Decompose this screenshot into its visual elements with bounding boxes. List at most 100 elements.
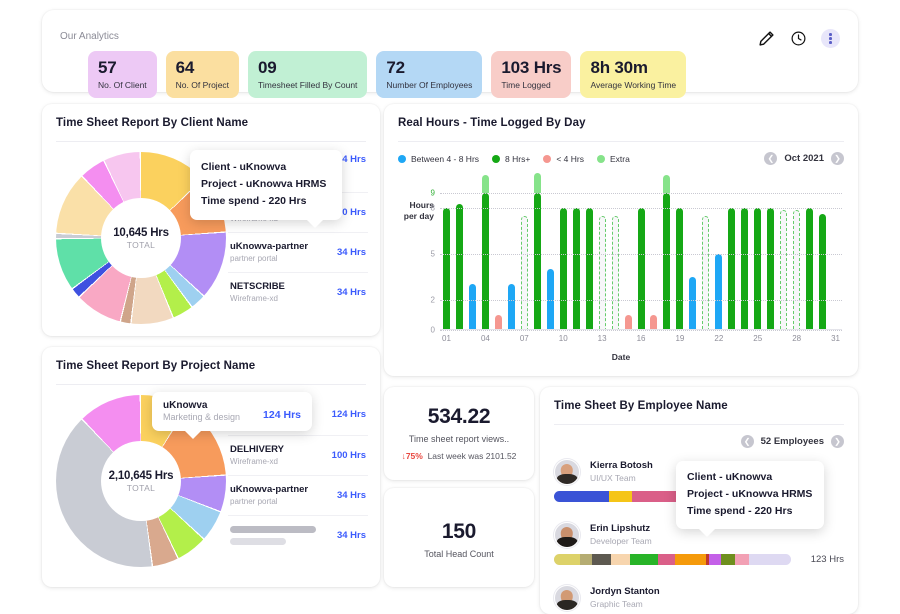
prev-month-button[interactable]: ❮ [764, 152, 778, 165]
bar[interactable] [793, 209, 801, 330]
bar[interactable] [715, 254, 723, 330]
timesheet-segment[interactable] [658, 554, 675, 565]
timesheet-segment[interactable] [721, 554, 736, 565]
more-vertical-icon[interactable] [821, 29, 840, 48]
bar[interactable] [767, 208, 775, 330]
x-axis-ticks: 01..04..07..10..13..16..19..22..25..28..… [440, 334, 842, 346]
legend-row[interactable]: 34 Hrs [228, 515, 368, 555]
bar[interactable] [611, 216, 619, 330]
legend-name: uKnowva-partner [230, 241, 309, 252]
kpi-card-2[interactable]: 09 Timesheet Filled By Count [248, 51, 368, 98]
legend-chip[interactable]: Extra [596, 154, 630, 164]
timesheet-segment[interactable] [674, 554, 706, 565]
bar[interactable] [676, 208, 684, 330]
timesheet-segment[interactable] [554, 491, 609, 502]
bar[interactable] [702, 216, 710, 330]
x-axis-tick: . [531, 334, 544, 346]
employee-team: UI/UX Team [590, 473, 636, 483]
bar[interactable] [819, 214, 827, 330]
kpi-card-0[interactable]: 57 No. Of Client [88, 51, 157, 98]
bar[interactable] [806, 208, 814, 330]
bar-chart-plot[interactable]: 0 2 5 8 9 [431, 173, 842, 335]
next-month-button[interactable]: ❯ [831, 152, 844, 165]
x-axis-tick: . [544, 334, 557, 346]
x-axis-tick: 25 [753, 334, 763, 343]
timesheet-segment[interactable] [735, 554, 750, 565]
timesheet-segment[interactable] [580, 554, 592, 565]
x-axis-tick: 01 [442, 334, 451, 343]
timesheet-segment[interactable] [629, 554, 659, 565]
bar[interactable] [637, 208, 645, 330]
legend-name: DELHIVERY [230, 444, 285, 455]
x-axis-tick: 13 [597, 334, 607, 343]
bar[interactable] [507, 284, 515, 330]
x-axis-tick: . [725, 334, 738, 346]
legend-hours: 4 Hrs [342, 154, 366, 165]
kpi-card-1[interactable]: 64 No. Of Project [165, 51, 240, 98]
legend-chip-label: 8 Hrs+ [505, 154, 531, 164]
bar[interactable] [741, 208, 749, 330]
bar[interactable] [494, 314, 502, 330]
legend-row[interactable]: NETSCRIBE Wireframe-xd 34 Hrs [228, 272, 368, 312]
bar[interactable] [455, 203, 463, 330]
divider [56, 384, 366, 385]
bar[interactable] [533, 173, 541, 330]
analytics-section-label: Our Analytics [60, 31, 119, 42]
bar[interactable] [442, 208, 450, 330]
kpi-label: Timesheet Filled By Count [258, 79, 358, 90]
timesheet-by-project-panel: Time Sheet Report By Project Name 2,10,6… [42, 347, 380, 587]
bar[interactable] [598, 216, 606, 330]
avatar-body-icon [556, 537, 578, 547]
x-axis-tick: 22 [714, 334, 724, 343]
timesheet-segment[interactable] [749, 554, 791, 565]
x-axis-tick: 07 [519, 334, 529, 343]
bar[interactable] [559, 208, 567, 330]
x-axis-tick: . [699, 334, 712, 346]
bar[interactable] [780, 209, 788, 330]
legend-hours: 34 Hrs [336, 530, 366, 541]
kpi-card-3[interactable]: 72 Number Of Employees [376, 51, 483, 98]
tooltip-project-hours: 124 Hrs [263, 409, 301, 421]
bar[interactable] [689, 276, 697, 330]
legend-chip-label: Extra [609, 154, 630, 164]
x-axis-tick: . [764, 334, 777, 346]
bar[interactable] [572, 208, 580, 330]
bar[interactable] [650, 314, 658, 330]
employee-timesheet-bar[interactable] [554, 554, 791, 565]
bar[interactable] [624, 314, 632, 330]
timesheet-segment[interactable] [608, 491, 633, 502]
legend-chip[interactable]: < 4 Hrs [543, 154, 584, 164]
bar[interactable] [520, 216, 528, 330]
legend-row[interactable]: DELHIVERY Wireframe-xd 100 Hrs [228, 435, 368, 475]
bar[interactable] [754, 208, 762, 330]
bar[interactable] [663, 174, 671, 330]
timesheet-segment[interactable] [610, 554, 630, 565]
x-axis-tick: 16 [636, 334, 646, 343]
legend-chip[interactable]: Between 4 - 8 Hrs [398, 154, 479, 164]
hours-panel-title: Real Hours - Time Logged By Day [398, 117, 586, 129]
clock-icon[interactable] [789, 29, 808, 48]
timesheet-segment[interactable] [591, 554, 611, 565]
timesheet-segment[interactable] [554, 554, 581, 565]
next-employees-button[interactable]: ❯ [831, 435, 844, 448]
bar[interactable] [468, 284, 476, 330]
edit-pencil-icon[interactable] [757, 29, 776, 48]
bar[interactable] [728, 208, 736, 330]
kpi-value: 8h 30m [590, 58, 648, 77]
kpi-card-5[interactable]: 8h 30m Average Working Time [580, 51, 687, 98]
legend-sub: Wireframe-xd [230, 457, 279, 466]
bar[interactable] [481, 174, 489, 330]
employee-row[interactable]: Jordyn StantonGraphic Team106 Hrs [554, 581, 844, 614]
x-axis-tick: . [686, 334, 699, 346]
employee-team: Developer Team [590, 536, 652, 546]
bar[interactable] [585, 208, 593, 330]
legend-row[interactable]: uKnowva-partner partner portal 34 Hrs [228, 475, 368, 515]
timesheet-segment[interactable] [709, 554, 722, 565]
head-count-label: Total Head Count [424, 549, 494, 559]
prev-employees-button[interactable]: ❮ [740, 435, 754, 448]
legend-row[interactable]: uKnowva-partner partner portal 34 Hrs [228, 232, 368, 272]
legend-swatch-icon [398, 155, 406, 163]
legend-sub: partner portal [230, 254, 278, 263]
kpi-card-4[interactable]: 103 Hrs Time Logged [491, 51, 572, 98]
legend-chip[interactable]: 8 Hrs+ [492, 154, 530, 164]
